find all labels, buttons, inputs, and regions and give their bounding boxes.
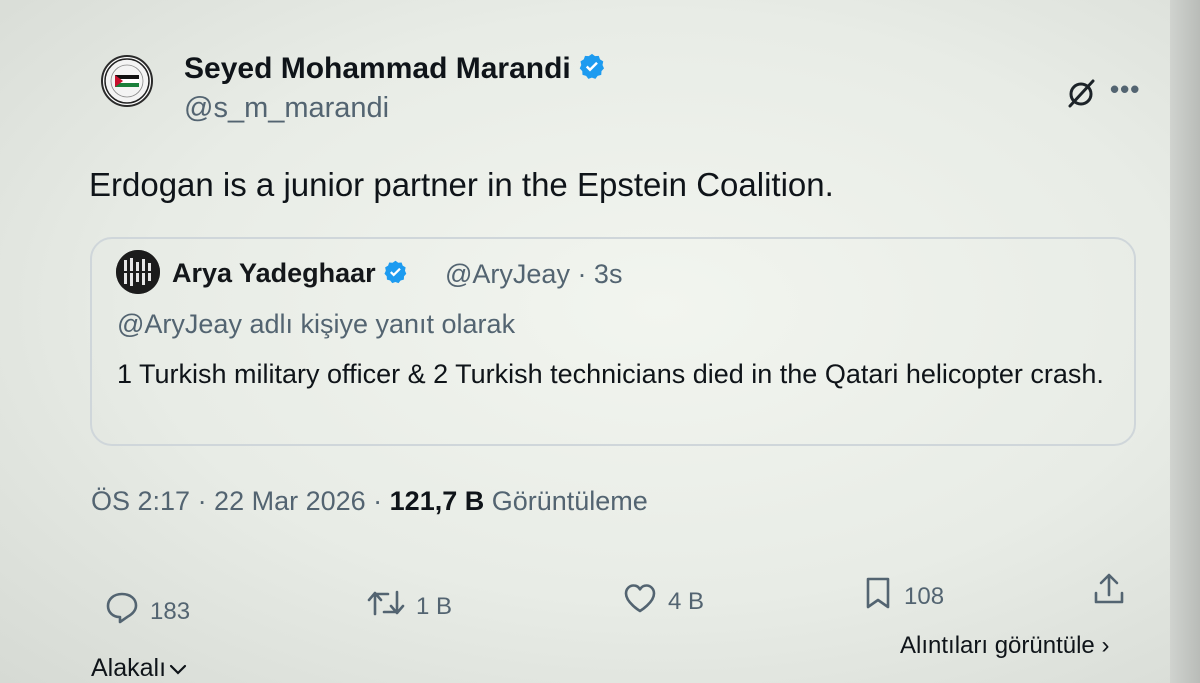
views-count: 121,7 B bbox=[389, 486, 485, 516]
quoted-author-avatar[interactable] bbox=[116, 250, 160, 294]
author-display-name[interactable]: Seyed Mohammad Marandi bbox=[184, 52, 571, 85]
quoted-display-name[interactable]: Arya Yadeghaar bbox=[172, 258, 376, 288]
related-label[interactable]: Alakalı bbox=[91, 654, 166, 682]
grok-icon[interactable] bbox=[1064, 76, 1098, 115]
author-name[interactable]: Seyed Mohammad Marandi bbox=[184, 52, 607, 90]
tweet-text: Erdogan is a junior partner in the Epste… bbox=[89, 166, 834, 203]
bookmark-icon bbox=[862, 575, 894, 618]
quoted-tweet-text: 1 Turkish military officer & 2 Turkish t… bbox=[117, 359, 1104, 389]
quoted-author-name[interactable]: Arya Yadeghaar bbox=[172, 258, 409, 293]
quoted-verified-badge-icon bbox=[382, 259, 409, 293]
like-count: 4 B bbox=[668, 587, 705, 615]
quoted-reply-context: @AryJeay adlı kişiye yanıt olarak bbox=[117, 309, 516, 339]
time-date[interactable]: ÖS 2:17 · 22 Mar 2026 · bbox=[91, 486, 390, 516]
repost-count: 1 B bbox=[416, 592, 453, 620]
share-button[interactable] bbox=[1092, 571, 1126, 614]
views-label: Görüntüleme bbox=[484, 486, 648, 516]
share-icon bbox=[1092, 571, 1126, 614]
tweet-timestamp: ÖS 2:17 · 22 Mar 2026 · 121,7 B Görüntül… bbox=[91, 486, 648, 517]
more-icon[interactable]: ••• bbox=[1110, 74, 1140, 105]
author-handle[interactable]: @s_m_marandi bbox=[184, 92, 389, 125]
view-quotes-link[interactable]: Alıntıları görüntüle › bbox=[900, 632, 1109, 660]
verified-badge-icon bbox=[577, 52, 607, 90]
screen-edge bbox=[1170, 0, 1200, 683]
like-icon bbox=[622, 581, 658, 622]
quoted-handle-time: @AryJeay · 3s bbox=[445, 259, 623, 289]
like-button[interactable]: 4 B bbox=[622, 581, 704, 622]
bookmark-button[interactable]: 108 bbox=[862, 575, 944, 618]
repost-button[interactable]: 1 B bbox=[366, 586, 452, 627]
reply-icon bbox=[104, 591, 140, 632]
bookmark-count: 108 bbox=[904, 582, 945, 610]
related-dropdown[interactable]: Alakalı bbox=[91, 654, 188, 683]
reply-count: 183 bbox=[150, 597, 191, 625]
reply-button[interactable]: 183 bbox=[104, 591, 190, 632]
author-avatar[interactable] bbox=[101, 55, 153, 107]
repost-icon bbox=[366, 586, 406, 627]
chevron-down-icon bbox=[166, 654, 188, 682]
